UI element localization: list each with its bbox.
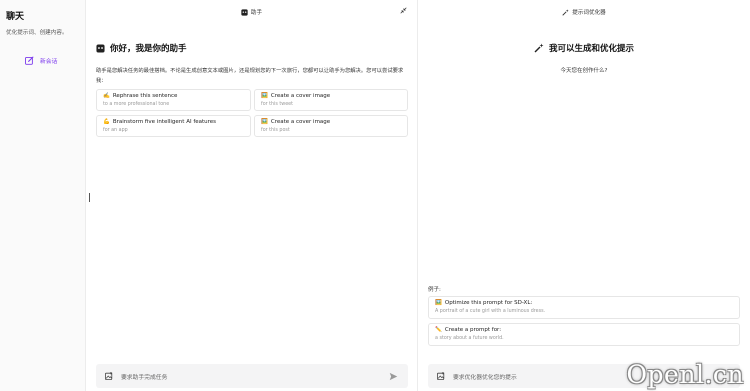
assistant-header-title: 助手 xyxy=(250,10,263,16)
text-cursor xyxy=(89,193,90,202)
assistant-greeting: 你好，我是你的助手 xyxy=(96,42,187,54)
optimizer-input-field[interactable]: 要求优化器优化您的提示 xyxy=(453,372,517,381)
example-title: Create a prompt for: xyxy=(444,327,502,333)
example-title: Optimize this prompt for SD-XL: xyxy=(444,300,533,306)
suggestion-card[interactable]: 🖼️ Create a cover image for this post xyxy=(254,115,408,137)
optimizer-header-title: 提示词优化器 xyxy=(572,10,606,16)
assistant-header: 助手 xyxy=(86,6,417,18)
optimizer-greeting: 我可以生成和优化提示 xyxy=(418,42,750,54)
image-emoji-icon: 🖼️ xyxy=(261,93,268,99)
suggestion-subtitle: to a more professional tone xyxy=(103,102,170,107)
assistant-input-bar[interactable]: 要求助手完成任务 xyxy=(96,364,408,388)
suggestion-subtitle: for this tweet xyxy=(261,102,293,107)
suggestion-title: Brainstorm five intelligent AI features xyxy=(112,119,217,125)
suggestion-title: Create a cover image xyxy=(270,93,331,99)
image-emoji-icon: 🖼️ xyxy=(435,300,442,306)
example-subtitle: A portrait of a cute girl with a luminou… xyxy=(435,309,546,314)
assistant-input-field[interactable]: 要求助手完成任务 xyxy=(121,372,167,381)
examples-label: 例子: xyxy=(428,287,441,293)
optimizer-header: 提示词优化器 xyxy=(418,6,750,18)
edit-icon xyxy=(25,56,34,65)
writing-hand-icon: ✍️ xyxy=(103,93,110,99)
collapse-icon[interactable] xyxy=(400,7,407,14)
flexed-arm-icon: 💪 xyxy=(103,119,110,125)
optimizer-greeting-text: 我可以生成和优化提示 xyxy=(548,44,634,54)
watermark-logo: Openl.cn xyxy=(626,360,744,389)
suggestion-title: Create a cover image xyxy=(270,119,331,125)
magic-wand-icon xyxy=(562,8,569,16)
sidebar-title: 聊天 xyxy=(6,12,25,22)
example-subtitle: a story about a future world. xyxy=(435,336,504,341)
sidebar: 聊天 优化提示词、创建内容。 新会话 xyxy=(0,0,86,391)
image-emoji-icon: 🖼️ xyxy=(261,119,268,125)
example-card[interactable]: ✏️ Create a prompt for: a story about a f… xyxy=(428,323,740,346)
image-icon[interactable] xyxy=(105,372,113,380)
image-icon[interactable] xyxy=(437,372,445,380)
suggestion-subtitle: for an app xyxy=(103,128,128,133)
new-chat-label: 新会话 xyxy=(40,59,58,65)
suggestion-subtitle: for this post xyxy=(261,128,290,133)
assistant-greeting-text: 你好，我是你的助手 xyxy=(110,44,187,54)
suggestion-card[interactable]: ✍️ Rephrase this sentence to a more profe… xyxy=(96,89,251,111)
bot-icon xyxy=(96,43,105,53)
suggestion-title: Rephrase this sentence xyxy=(112,93,178,99)
assistant-panel: 助手 你好，我是你的助手 助手是您解决任务的最佳搭档。不论是生成创意文本或图片，… xyxy=(86,0,418,391)
sidebar-subtitle: 优化提示词、创建内容。 xyxy=(6,30,68,36)
assistant-description: 助手是您解决任务的最佳搭档。不论是生成创意文本或图片，还是规划您的下一次旅行，您… xyxy=(96,68,404,84)
magic-wand-icon xyxy=(534,43,544,53)
suggestion-card[interactable]: 🖼️ Create a cover image for this tweet xyxy=(254,89,408,111)
bot-icon xyxy=(241,8,248,16)
optimizer-panel: 提示词优化器 我可以生成和优化提示 今天您在创作什么? 例子: 🖼️ Optimi… xyxy=(418,0,750,391)
pencil-icon: ✏️ xyxy=(435,327,442,333)
suggestion-card[interactable]: 💪 Brainstorm five intelligent AI features… xyxy=(96,115,251,137)
send-icon[interactable] xyxy=(389,372,398,381)
example-card[interactable]: 🖼️ Optimize this prompt for SD-XL: A port… xyxy=(428,296,740,319)
new-chat-button[interactable]: 新会话 xyxy=(25,56,57,65)
optimizer-subtitle: 今天您在创作什么? xyxy=(560,68,608,74)
